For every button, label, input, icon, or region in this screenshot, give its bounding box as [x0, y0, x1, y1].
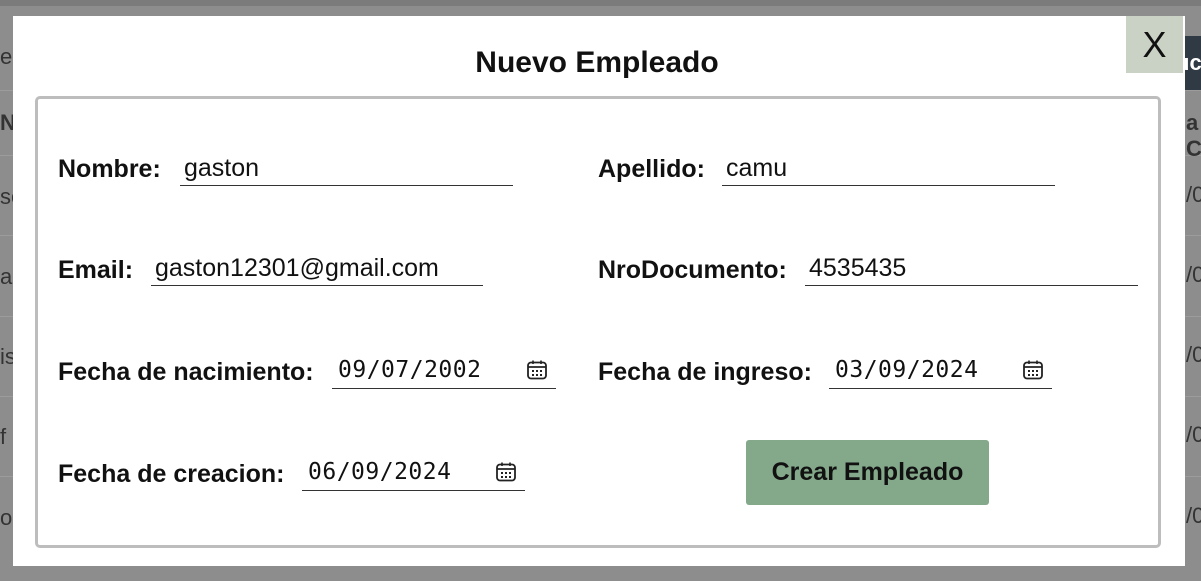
calendar-icon[interactable]	[526, 359, 548, 381]
crear-empleado-button[interactable]: Crear Empleado	[746, 440, 989, 505]
email-label: Email:	[58, 256, 134, 284]
fecha-nacimiento-label: Fecha de nacimiento:	[58, 358, 314, 386]
nombre-input[interactable]	[180, 152, 513, 186]
new-employee-modal: Nuevo Empleado X Nombre: Apellido: Email…	[13, 16, 1185, 566]
background-text-fragment: /0	[1186, 422, 1201, 447]
calendar-icon[interactable]	[495, 461, 517, 483]
background-text-fragment: /0	[1186, 342, 1201, 367]
background-topbar	[0, 0, 1201, 6]
background-text-fragment: e	[0, 44, 13, 69]
modal-title: Nuevo Empleado	[475, 46, 719, 79]
apellido-input[interactable]	[722, 152, 1055, 186]
close-button[interactable]: X	[1126, 16, 1183, 73]
background-text-fragment: f	[0, 424, 7, 449]
background-text-fragment: o	[0, 505, 13, 530]
fecha-nacimiento-input[interactable]: 09/07/2002	[332, 355, 556, 389]
apellido-label: Apellido:	[598, 155, 705, 183]
background-text-fragment: a	[0, 264, 13, 289]
calendar-icon[interactable]	[1022, 359, 1044, 381]
email-input[interactable]	[151, 252, 483, 286]
background-text-fragment: /0	[1186, 182, 1201, 207]
fecha-creacion-input[interactable]: 06/09/2024	[302, 457, 525, 491]
fecha-ingreso-label: Fecha de ingreso:	[598, 358, 812, 386]
background-text-fragment: /0	[1186, 262, 1201, 287]
nombre-label: Nombre:	[58, 155, 161, 183]
close-icon: X	[1142, 24, 1167, 65]
background-text-fragment: /0	[1186, 503, 1201, 528]
nro-documento-label: NroDocumento:	[598, 256, 787, 284]
fecha-creacion-label: Fecha de creacion:	[58, 460, 285, 488]
fecha-ingreso-value: 03/09/2024	[835, 357, 979, 383]
background-text-fragment: a C	[1186, 110, 1201, 161]
nro-documento-input[interactable]	[805, 252, 1138, 286]
fecha-nacimiento-value: 09/07/2002	[338, 357, 482, 383]
fecha-ingreso-input[interactable]: 03/09/2024	[829, 355, 1052, 389]
fecha-creacion-value: 06/09/2024	[308, 459, 452, 485]
employee-form: Nombre: Apellido: Email: NroDocumento: F…	[35, 96, 1161, 548]
